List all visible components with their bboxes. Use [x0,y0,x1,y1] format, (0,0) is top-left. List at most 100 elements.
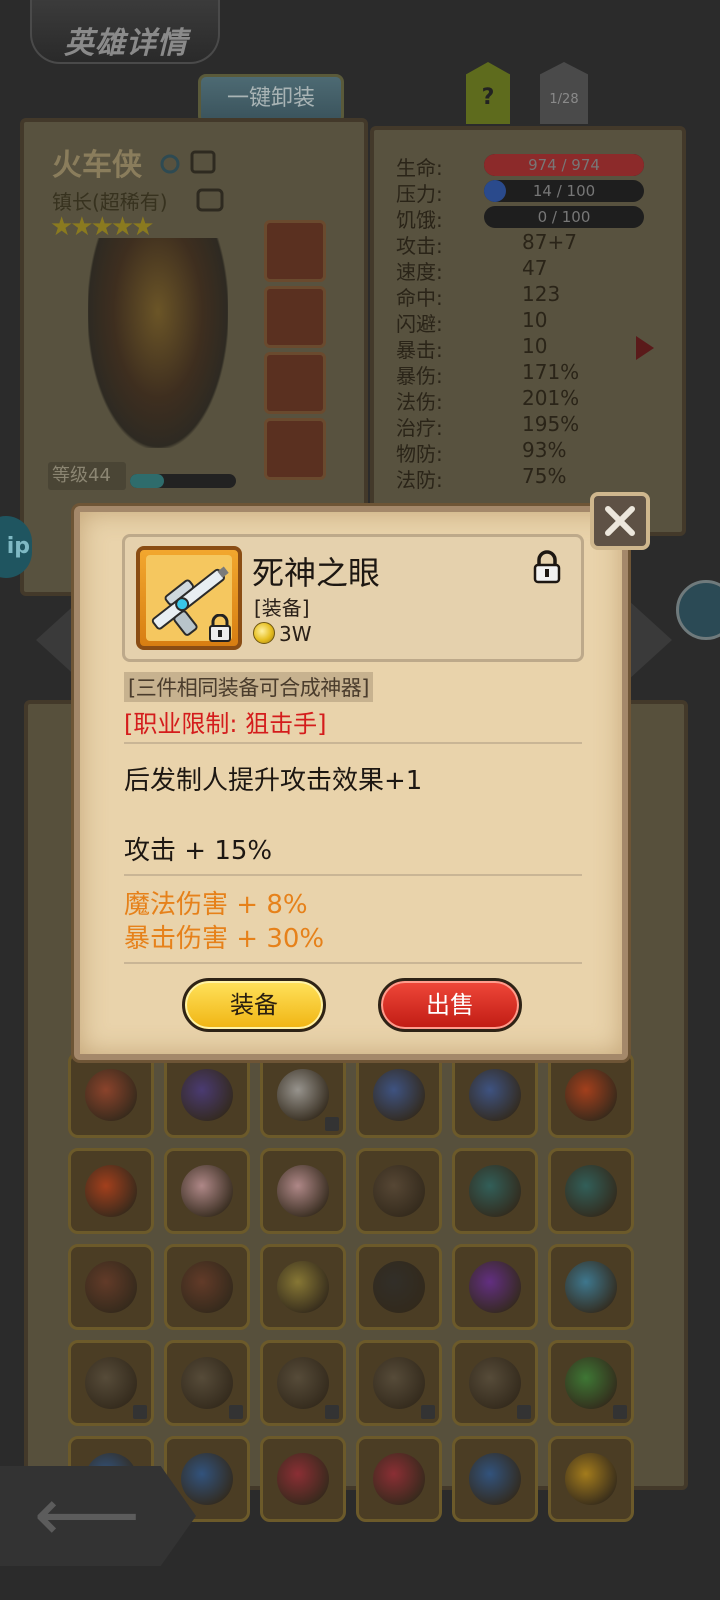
stat-value: 10 [522,308,548,332]
equip-slot-weapon[interactable] [264,220,326,282]
inventory-slot[interactable] [68,1340,154,1426]
class-limit: [职业限制: 狙击手] [124,710,327,738]
page-indicator: 1/28 [540,62,588,124]
stat-row: 命中: 123 [396,282,656,310]
spellbook-icon [469,1165,521,1217]
stat-value: 75% [522,464,567,488]
stat-row: 法防: 75% [396,464,656,492]
inventory-slot[interactable] [260,1052,346,1138]
gender-icon [160,154,180,174]
backpack-icon [85,1069,137,1121]
coin-icon [253,622,275,644]
inventory-slot[interactable] [452,1436,538,1522]
inventory-slot[interactable] [548,1244,634,1330]
stat-row: 速度: 47 [396,256,656,284]
stat-row: 闪避: 10 [396,308,656,336]
inventory-slot[interactable] [260,1244,346,1330]
pistol-icon [85,1261,137,1313]
stat-bar: 14 / 100 [484,180,644,202]
inventory-slot[interactable] [548,1052,634,1138]
lock-icon [517,1405,531,1419]
lock-icon [133,1405,147,1419]
equip-button[interactable]: 装备 [182,978,326,1032]
inventory-slot[interactable] [548,1148,634,1234]
side-cube-button[interactable] [676,580,720,640]
stat-value: 171% [522,360,580,384]
shield-icon [181,1357,233,1409]
stat-value: 14 / 100 [532,182,596,200]
gold-helmet-icon [565,1453,617,1505]
dark-orb-icon [181,1069,233,1121]
inventory-slot[interactable] [356,1436,442,1522]
inventory-slot[interactable] [548,1436,634,1522]
equip-slot-accessory[interactable] [264,418,326,480]
stat-label: 法防: [396,468,443,492]
stat-value: 195% [522,412,580,436]
fire-sword-icon [85,1165,137,1217]
stat-label: 法伤: [396,390,443,414]
stat-row: 法伤: 201% [396,386,656,414]
inventory-slot[interactable] [548,1340,634,1426]
inventory-slot[interactable] [164,1244,250,1330]
inventory-slot[interactable] [356,1052,442,1138]
hero-title: 镇长(超稀有) [52,190,168,214]
inventory-slot[interactable] [260,1340,346,1426]
blue-helmet-icon [181,1453,233,1505]
close-button[interactable] [590,492,650,550]
divider [124,962,582,964]
stat-label: 暴伤: [396,364,443,388]
inventory-slot[interactable] [68,1244,154,1330]
stat-value: 87+7 [522,230,577,254]
equip-slot-helmet[interactable] [264,352,326,414]
stat-label: 生命: [396,156,443,180]
stat-value: 93% [522,438,567,462]
blue-wand-icon [565,1261,617,1313]
lock-icon [421,1405,435,1419]
inventory-slot[interactable] [356,1148,442,1234]
hero-name-icons [160,150,216,174]
stat-row: 暴伤: 171% [396,360,656,388]
red-helmet-icon [277,1453,329,1505]
blue-helmet-icon [469,1453,521,1505]
stat-label: 压力: [396,182,443,206]
inventory-slot[interactable] [164,1340,250,1426]
lock-icon [229,1405,243,1419]
inventory-slot[interactable] [452,1052,538,1138]
inventory-slot[interactable] [452,1148,538,1234]
side-menu-button[interactable]: ip [0,516,32,578]
inventory-slot[interactable] [356,1340,442,1426]
item-price: 3W [279,622,312,646]
shield-icon [277,1357,329,1409]
inventory-slot[interactable] [68,1052,154,1138]
shield-icon [469,1357,521,1409]
item-type: [装备] [254,596,310,620]
stat-row: 物防: 93% [396,438,656,466]
inventory-slot[interactable] [68,1148,154,1234]
screen-title: 英雄详情 [64,26,188,61]
inventory-slot[interactable] [164,1148,250,1234]
inventory-slot[interactable] [452,1244,538,1330]
edit-icon[interactable] [190,150,216,174]
equip-slot-book[interactable] [264,286,326,348]
red-helmet-icon [373,1453,425,1505]
lock-toggle-icon[interactable] [532,550,562,584]
sniper-rifle-icon [277,1069,329,1121]
next-hero-arrow-icon[interactable] [628,600,672,680]
inventory-slot[interactable] [260,1148,346,1234]
lock-icon [613,1405,627,1419]
stat-bar: 974 / 974 [484,154,644,176]
inventory-slot[interactable] [260,1436,346,1522]
inventory-slot[interactable] [164,1052,250,1138]
stat-label: 饥饿: [396,208,443,232]
blue-staff-icon [469,1069,521,1121]
inventory-slot[interactable] [356,1244,442,1330]
stat-value: 201% [522,386,580,410]
inventory-slot[interactable] [452,1340,538,1426]
help-button[interactable]: ? [466,62,510,124]
next-page-arrow-icon[interactable] [636,336,654,360]
swap-icon[interactable] [196,188,224,212]
sell-button[interactable]: 出售 [378,978,522,1032]
stat-label: 暴击: [396,338,443,362]
unequip-all-button[interactable]: 一键卸装 [198,74,344,124]
back-arrow-icon[interactable]: ⟵ [34,1478,140,1552]
